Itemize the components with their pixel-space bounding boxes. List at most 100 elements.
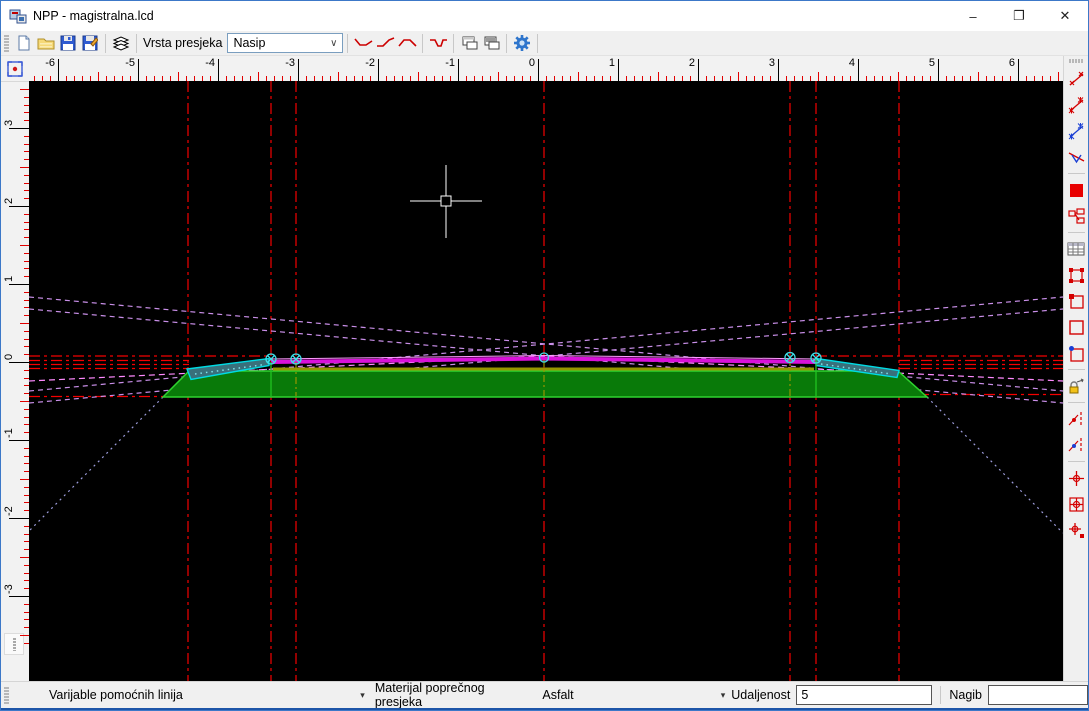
ruler-tick: [24, 612, 29, 613]
gear-icon: [513, 34, 531, 52]
ruler-tick: [290, 76, 291, 81]
ruler-tick: [738, 72, 739, 81]
material-value: Asfalt: [542, 688, 573, 702]
ruler-tick: [602, 76, 603, 81]
profile-rise-button[interactable]: [374, 33, 396, 54]
slope-input[interactable]: [988, 685, 1088, 705]
section-type-combobox[interactable]: Nasip ∨: [227, 33, 343, 53]
bottom-bar-grip[interactable]: [4, 686, 9, 704]
tool-line-arrow-button[interactable]: [1066, 147, 1087, 167]
toolbar-grip[interactable]: [4, 34, 9, 52]
tool-lock-button[interactable]: [1066, 376, 1087, 396]
tool-snap-region-button[interactable]: [1066, 494, 1087, 514]
maximize-button[interactable]: ❐: [996, 1, 1042, 31]
new-file-button[interactable]: [13, 33, 35, 54]
tool-rect-point-button[interactable]: [1066, 343, 1087, 363]
ruler-tick: [954, 76, 955, 81]
copy-section-button[interactable]: [458, 33, 480, 54]
save-as-icon: [82, 35, 98, 51]
layers-button[interactable]: [110, 33, 132, 54]
tool-hierarchy-button[interactable]: [1066, 206, 1087, 226]
tool-line-stars-red-button[interactable]: [1066, 95, 1087, 115]
ruler-tick: [778, 59, 779, 81]
tool-point-line-blue-button[interactable]: [1066, 435, 1087, 455]
ruler-tick: [34, 76, 35, 81]
ruler-tick: [282, 76, 283, 81]
save-as-button[interactable]: [79, 33, 101, 54]
crosshair-square-icon: [1068, 522, 1085, 539]
ruler-tick: [978, 72, 979, 81]
ruler-tick: [722, 76, 723, 81]
ruler-tick: [24, 268, 29, 269]
grip-dots-icon: [13, 637, 16, 651]
ruler-tick: [850, 76, 851, 81]
ruler-tick: [906, 76, 907, 81]
ruler-tick: [154, 76, 155, 81]
ruler-tick: [24, 292, 29, 293]
ruler-label: -1: [3, 414, 16, 438]
title-bar: NPP - magistralna.lcd – ❐ ✕: [1, 1, 1088, 31]
close-button[interactable]: ✕: [1042, 1, 1088, 31]
ruler-tick: [538, 59, 539, 81]
ruler-tick: [20, 557, 29, 558]
ruler-tick: [9, 206, 29, 207]
ruler-tick: [890, 76, 891, 81]
tool-fill-region-button[interactable]: [1066, 180, 1087, 200]
drawing-canvas[interactable]: [29, 81, 1063, 681]
ruler-tick: [842, 76, 843, 81]
open-file-button[interactable]: [35, 33, 57, 54]
toolbar-separator: [506, 34, 507, 53]
profile-crest-button[interactable]: [396, 33, 418, 54]
ruler-tick: [882, 76, 883, 81]
right-toolbar-grip[interactable]: [1068, 59, 1084, 63]
distance-input[interactable]: [796, 685, 932, 705]
chevron-down-icon: ▾: [721, 690, 726, 701]
tool-line-stars-blue-button[interactable]: [1066, 121, 1087, 141]
minimize-button[interactable]: –: [950, 1, 996, 31]
ruler-tick: [658, 72, 659, 81]
ruler-tick: [20, 245, 29, 246]
section-type-value: Nasip: [233, 36, 265, 50]
ruler-tick: [24, 136, 29, 137]
tool-rect-button[interactable]: [1066, 317, 1087, 337]
helper-lines-combobox[interactable]: Varijable pomoćnih linija ▾: [13, 685, 371, 706]
vertical-ruler-grip[interactable]: [4, 633, 24, 655]
slope-label: Nagib: [949, 688, 982, 702]
ruler-tick: [482, 76, 483, 81]
tool-line-points-button[interactable]: [1066, 69, 1087, 89]
ruler-tick: [634, 76, 635, 81]
ruler-tick: [1058, 72, 1059, 81]
tool-snap-point-button[interactable]: [1066, 468, 1087, 488]
ruler-tick: [594, 76, 595, 81]
ruler-tick: [962, 76, 963, 81]
ruler-tick: [24, 190, 29, 191]
ruler-tick: [338, 72, 339, 81]
ruler-label: -3: [265, 57, 295, 69]
tool-snap-node-button[interactable]: [1066, 520, 1087, 540]
ruler-tick: [218, 59, 219, 81]
material-combobox[interactable]: Asfalt ▾: [542, 685, 731, 706]
zoom-extents-button[interactable]: [1, 56, 29, 81]
tool-rect-handles-button[interactable]: [1066, 265, 1087, 285]
paste-section-button[interactable]: [480, 33, 502, 54]
save-button[interactable]: [57, 33, 79, 54]
tool-point-line-red-button[interactable]: [1066, 409, 1087, 429]
tool-table-button[interactable]: [1066, 239, 1087, 259]
ruler-tick: [474, 76, 475, 81]
profile-fill-icon: [354, 36, 373, 50]
ruler-tick: [1034, 76, 1035, 81]
ruler-tick: [9, 362, 29, 363]
tool-rect-one-handle-button[interactable]: [1066, 291, 1087, 311]
point-dashline-blue-icon: [1068, 437, 1085, 454]
right-toolbar-separator: [1068, 232, 1085, 233]
line-stars-red-icon: [1068, 97, 1085, 114]
profile-fill-button[interactable]: [352, 33, 374, 54]
ruler-tick: [24, 307, 29, 308]
settings-button[interactable]: [511, 33, 533, 54]
ruler-tick: [138, 59, 139, 81]
ruler-label: 0: [3, 336, 16, 360]
profile-ditch-button[interactable]: [427, 33, 449, 54]
profile-ditch-icon: [429, 36, 448, 50]
ruler-tick: [682, 76, 683, 81]
ruler-tick: [410, 76, 411, 81]
